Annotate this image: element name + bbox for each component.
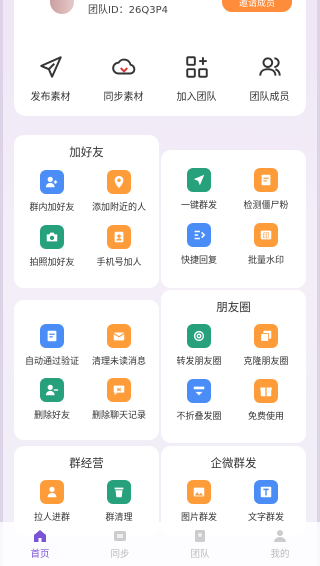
group-add-friend-button[interactable]: 群内加好友 (17, 170, 87, 213)
team-id: 团队ID：26Q3P4 (88, 5, 168, 16)
camera-icon (40, 225, 64, 249)
top-action-label: 团队成员 (249, 92, 290, 103)
trash-icon (107, 480, 131, 504)
auto-verify-button[interactable]: 自动通过验证 (17, 324, 87, 367)
grid-plus-icon (185, 56, 208, 78)
top-action-label: 发布素材 (30, 92, 71, 103)
item-label: 自动通过验证 (24, 357, 79, 367)
card-title: 群经营 (69, 456, 104, 470)
send-icon (187, 168, 211, 192)
bottom-nav: 首页 同步 团队 我的 (0, 522, 320, 566)
gift-icon (254, 379, 278, 403)
home-icon (34, 530, 46, 542)
svg-text:印: 印 (263, 232, 270, 240)
profile-icon (274, 530, 286, 542)
top-actions: 发布素材 同步素材 加入团队 团队成员 (14, 54, 306, 114)
unfold-icon (187, 379, 211, 403)
card-title: 加好友 (69, 145, 104, 159)
clear-unread-button[interactable]: 清理未读消息 (84, 324, 154, 367)
top-action-label: 同步素材 (103, 92, 144, 103)
send-icon (39, 56, 62, 78)
moments-card: 朋友圈 转发朋友圈 克隆朋友圈 不折叠发圈 免费使用 (161, 290, 306, 443)
delete-chat-button[interactable]: 删除聊天记录 (84, 378, 154, 421)
item-label: 手机号加人 (96, 258, 142, 268)
delete-friend-button[interactable]: 删除好友 (17, 378, 87, 421)
cloud-sync-icon (111, 58, 135, 75)
invite-button[interactable]: 邀请成员 (222, 0, 292, 12)
group-add-icon (40, 170, 64, 194)
team-icon (195, 530, 205, 542)
batch-watermark-button[interactable]: 印 批量水印 (231, 223, 301, 266)
item-label: 删除聊天记录 (91, 411, 146, 421)
location-icon (107, 170, 131, 194)
stamp-icon: 印 (254, 223, 278, 247)
item-label: 快捷回复 (180, 256, 217, 266)
card-title: 企微群发 (210, 456, 257, 470)
item-label: 一键群发 (180, 201, 217, 211)
nav-team[interactable]: 团队 (160, 528, 240, 560)
item-label: 删除好友 (33, 411, 70, 421)
forward-moments-button[interactable]: 转发朋友圈 (164, 324, 234, 367)
delete-chat-icon (107, 378, 131, 402)
card-title: 朋友圈 (216, 300, 251, 314)
group-cleanup-button[interactable]: 群清理 (84, 480, 154, 523)
text-icon (254, 480, 278, 504)
pull-in-icon (40, 480, 64, 504)
sync-material-button[interactable]: 同步素材 (89, 54, 159, 114)
mass-send-card: 一键群发 检测僵尸粉 快捷回复 印 批量水印 (161, 150, 306, 288)
item-label: 免费使用 (247, 412, 284, 422)
sync-icon (114, 531, 126, 541)
text-mass-send-button[interactable]: 文字群发 (231, 480, 301, 523)
item-label: 清理未读消息 (91, 357, 146, 367)
nav-label: 首页 (30, 549, 50, 560)
mail-icon (107, 324, 131, 348)
publish-material-button[interactable]: 发布素材 (16, 54, 86, 114)
frame-left (0, 0, 3, 566)
nav-sync[interactable]: 同步 (80, 528, 160, 560)
photo-add-friend-button[interactable]: 拍照加好友 (17, 225, 87, 268)
remove-friend-icon (40, 378, 64, 402)
free-use-button[interactable]: 免费使用 (231, 379, 301, 422)
add-nearby-button[interactable]: 添加附近的人 (84, 170, 154, 213)
image-mass-send-button[interactable]: 图片群发 (164, 480, 234, 523)
top-card: 团队ID：26Q3P4 邀请成员 发布素材 同步素材 加入团队 团队成员 (14, 0, 306, 116)
verify-icon (40, 324, 64, 348)
item-label: 检测僵尸粉 (243, 201, 289, 211)
phone-add-button[interactable]: 手机号加人 (84, 225, 154, 268)
item-label: 克隆朋友圈 (243, 357, 289, 367)
add-friends-card: 加好友 群内加好友 添加附近的人 拍照加好友 手机号加人 (14, 135, 159, 288)
reply-icon (187, 223, 211, 247)
clone-icon (254, 324, 278, 348)
nav-label: 我的 (270, 549, 290, 560)
item-label: 群内加好友 (29, 203, 75, 213)
clone-moments-button[interactable]: 克隆朋友圈 (231, 324, 301, 367)
join-team-button[interactable]: 加入团队 (162, 54, 232, 114)
unfold-post-button[interactable]: 不折叠发圈 (164, 379, 234, 422)
detect-zombie-button[interactable]: 检测僵尸粉 (231, 168, 301, 211)
team-members-button[interactable]: 团队成员 (235, 54, 305, 114)
item-label: 拍照加好友 (29, 258, 75, 268)
item-label: 转发朋友圈 (176, 357, 222, 367)
aperture-icon (187, 324, 211, 348)
scan-icon (254, 168, 278, 192)
top-action-label: 加入团队 (176, 92, 217, 103)
item-label: 不折叠发圈 (176, 412, 222, 422)
item-label: 批量水印 (247, 256, 284, 266)
members-icon (258, 57, 281, 76)
image-icon (187, 480, 211, 504)
nav-label: 同步 (110, 549, 130, 560)
nav-home[interactable]: 首页 (0, 528, 80, 560)
item-label: 添加附近的人 (91, 203, 146, 213)
pull-into-group-button[interactable]: 拉人进群 (17, 480, 87, 523)
nav-profile[interactable]: 我的 (240, 528, 320, 560)
phone-contact-icon (107, 225, 131, 249)
nav-label: 团队 (190, 549, 210, 560)
one-click-send-button[interactable]: 一键群发 (164, 168, 234, 211)
misc-card: 自动通过验证 清理未读消息 删除好友 删除聊天记录 (14, 300, 159, 440)
avatar[interactable] (50, 0, 74, 14)
quick-reply-button[interactable]: 快捷回复 (164, 223, 234, 266)
